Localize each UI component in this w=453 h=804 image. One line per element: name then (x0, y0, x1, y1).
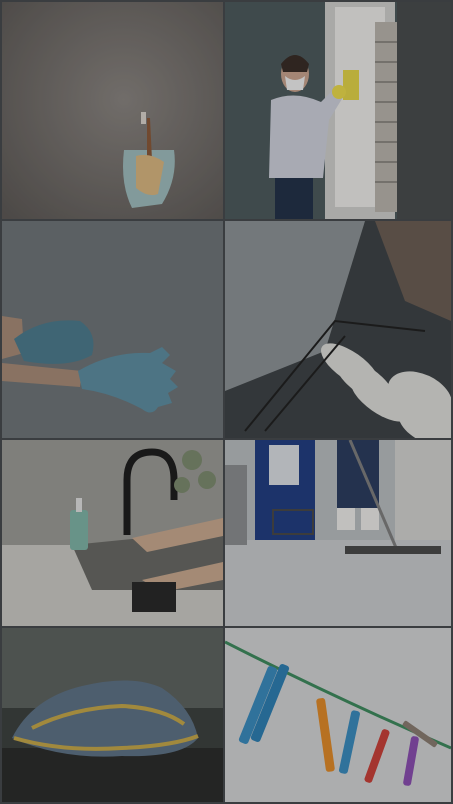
photo-blue-gloves (2, 221, 223, 438)
photo-mopping-floor (225, 440, 451, 626)
photo-clothespins (225, 628, 451, 802)
photo-dustpan-brush (2, 2, 223, 219)
photo-kitchen-sink (2, 440, 223, 626)
photo-window-cleaning (225, 2, 451, 219)
photo-microfiber-cloth (2, 628, 223, 802)
photo-collage (0, 0, 453, 804)
photo-dishwasher (225, 221, 451, 438)
